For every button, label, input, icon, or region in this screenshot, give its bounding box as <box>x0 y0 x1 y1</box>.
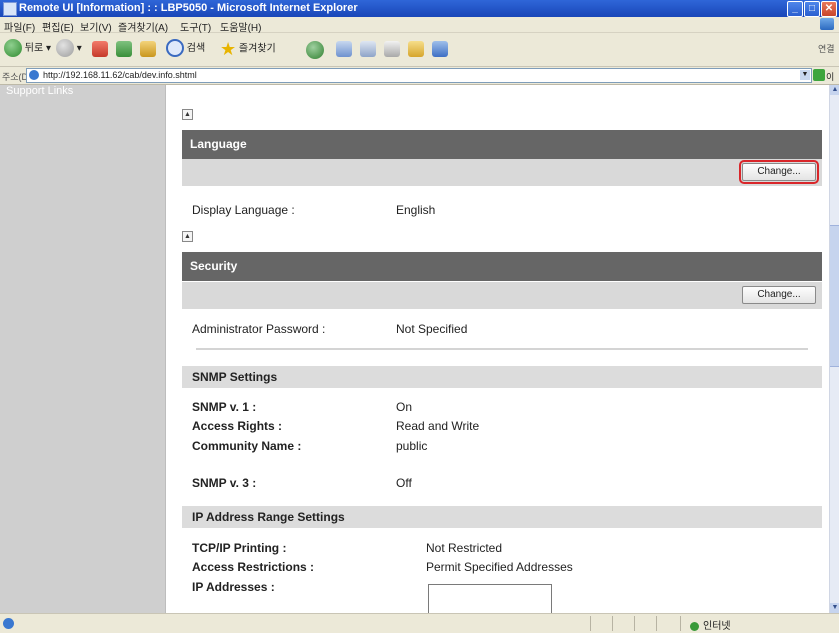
print-icon[interactable] <box>384 41 400 57</box>
field-label: Administrator Password : <box>192 322 326 336</box>
folder-icon[interactable] <box>408 41 424 57</box>
field-value: Permit Specified Addresses <box>426 560 573 574</box>
menu-view[interactable]: 보기(V) <box>80 19 112 34</box>
collapse-toggle-icon[interactable]: ▲ <box>182 109 193 120</box>
field-value: Not Restricted <box>426 541 503 555</box>
refresh-icon[interactable] <box>116 41 132 57</box>
security-section-header: Security <box>182 252 822 281</box>
window-title: Remote UI [Information] : : LBP5050 - Mi… <box>19 2 358 14</box>
menu-help[interactable]: 도움말(H) <box>220 19 261 34</box>
ie-app-icon <box>3 2 17 16</box>
menu-tools[interactable]: 도구(T) <box>180 19 211 34</box>
media-icon[interactable] <box>306 41 324 59</box>
vertical-scrollbar[interactable]: ▲ ▼ <box>829 85 839 613</box>
divider <box>680 616 681 631</box>
divider <box>612 616 613 631</box>
scroll-up-icon[interactable]: ▲ <box>830 85 839 95</box>
zone-label: 인터넷 <box>703 621 731 632</box>
home-icon[interactable] <box>140 41 156 57</box>
address-bar: 주소(D) http://192.168.11.62/cab/dev.info.… <box>0 67 839 95</box>
field-value: English <box>396 203 436 217</box>
snmp-settings-header: SNMP Settings <box>182 366 822 388</box>
search-label: 검색 <box>186 43 206 54</box>
menu-file[interactable]: 파일(F) <box>4 19 35 34</box>
language-section-title: Language <box>190 137 247 151</box>
links-label[interactable]: 연결 <box>818 39 835 59</box>
maximize-button[interactable]: □ <box>804 1 820 17</box>
stop-icon[interactable] <box>92 41 108 57</box>
divider <box>656 616 657 631</box>
main-content: ▲ Language Change... Display Language : … <box>166 85 829 613</box>
back-button[interactable]: 뒤로 ▾ <box>4 39 51 59</box>
language-change-button[interactable]: Change... <box>739 160 819 184</box>
sidebar: Support Links <box>0 85 166 613</box>
security-section-title: Security <box>190 259 238 273</box>
star-icon: ★ <box>220 39 237 59</box>
ip-range-settings-title: IP Address Range Settings <box>192 510 345 524</box>
status-bar: 인터넷 <box>0 613 839 633</box>
field-label: SNMP v. 3 : <box>192 476 257 490</box>
scroll-down-icon[interactable]: ▼ <box>830 603 839 613</box>
favorites-button[interactable]: ★ 즐겨찾기 <box>220 39 276 59</box>
divider <box>634 616 635 631</box>
menu-favorites[interactable]: 즐겨찾기(A) <box>118 19 168 34</box>
go-arrow-icon[interactable] <box>813 69 825 81</box>
security-change-button[interactable]: Change... <box>742 286 816 304</box>
address-input[interactable]: http://192.168.11.62/cab/dev.info.shtml … <box>26 68 812 83</box>
messenger-icon[interactable] <box>432 41 448 57</box>
field-label: Community Name : <box>192 439 302 453</box>
forward-button[interactable]: ▾ <box>56 39 82 59</box>
back-label: 뒤로 <box>24 43 44 54</box>
support-links-link[interactable]: Support Links <box>6 85 73 97</box>
field-label: Access Rights : <box>192 419 283 433</box>
forward-arrow-icon <box>56 39 74 58</box>
field-value: Off <box>396 476 412 490</box>
mail-icon[interactable] <box>360 41 376 57</box>
back-arrow-icon <box>4 39 22 58</box>
page-icon <box>29 70 39 80</box>
windows-flag-icon <box>820 18 834 30</box>
field-label: IP Addresses : <box>192 580 275 594</box>
field-label: Display Language : <box>192 203 295 217</box>
field-label: Access Restrictions : <box>192 560 315 574</box>
divider <box>196 348 808 350</box>
window-title-bar[interactable]: Remote UI [Information] : : LBP5050 - Mi… <box>0 0 839 17</box>
language-section-header: Language <box>182 130 822 159</box>
security-action-bar: Change... <box>182 282 822 309</box>
page-status-icon <box>3 618 14 629</box>
address-dropdown-icon[interactable]: ▼ <box>800 70 810 80</box>
toolbar: 뒤로 ▾ ▾ 검색 ★ 즐겨찾기 연결 <box>0 33 839 67</box>
menu-edit[interactable]: 편집(E) <box>42 19 74 34</box>
field-value: Read and Write <box>396 419 480 433</box>
security-zone: 인터넷 <box>690 617 731 632</box>
field-value: On <box>396 400 413 414</box>
field-value: Not Specified <box>396 322 468 336</box>
field-value: public <box>396 439 428 453</box>
divider <box>590 616 591 631</box>
address-url: http://192.168.11.62/cab/dev.info.shtml <box>43 70 197 80</box>
ip-addresses-box[interactable] <box>428 584 552 613</box>
snmp-settings-title: SNMP Settings <box>192 370 278 384</box>
search-button[interactable]: 검색 <box>166 39 205 59</box>
language-action-bar: Change... <box>182 159 822 186</box>
field-label: TCP/IP Printing : <box>192 541 287 555</box>
ip-range-settings-header: IP Address Range Settings <box>182 506 822 528</box>
globe-icon <box>690 621 699 631</box>
field-label: SNMP v. 1 : <box>192 400 257 414</box>
scroll-thumb[interactable] <box>830 225 839 367</box>
search-icon <box>166 39 184 58</box>
menu-bar: 파일(F) 편집(E) 보기(V) 즐겨찾기(A) 도구(T) 도움말(H) <box>0 17 839 34</box>
close-button[interactable]: ✕ <box>821 1 837 17</box>
history-icon[interactable] <box>336 41 352 57</box>
minimize-button[interactable]: _ <box>787 1 803 17</box>
collapse-toggle-icon[interactable]: ▲ <box>182 231 193 242</box>
favorites-label: 즐겨찾기 <box>238 43 276 55</box>
